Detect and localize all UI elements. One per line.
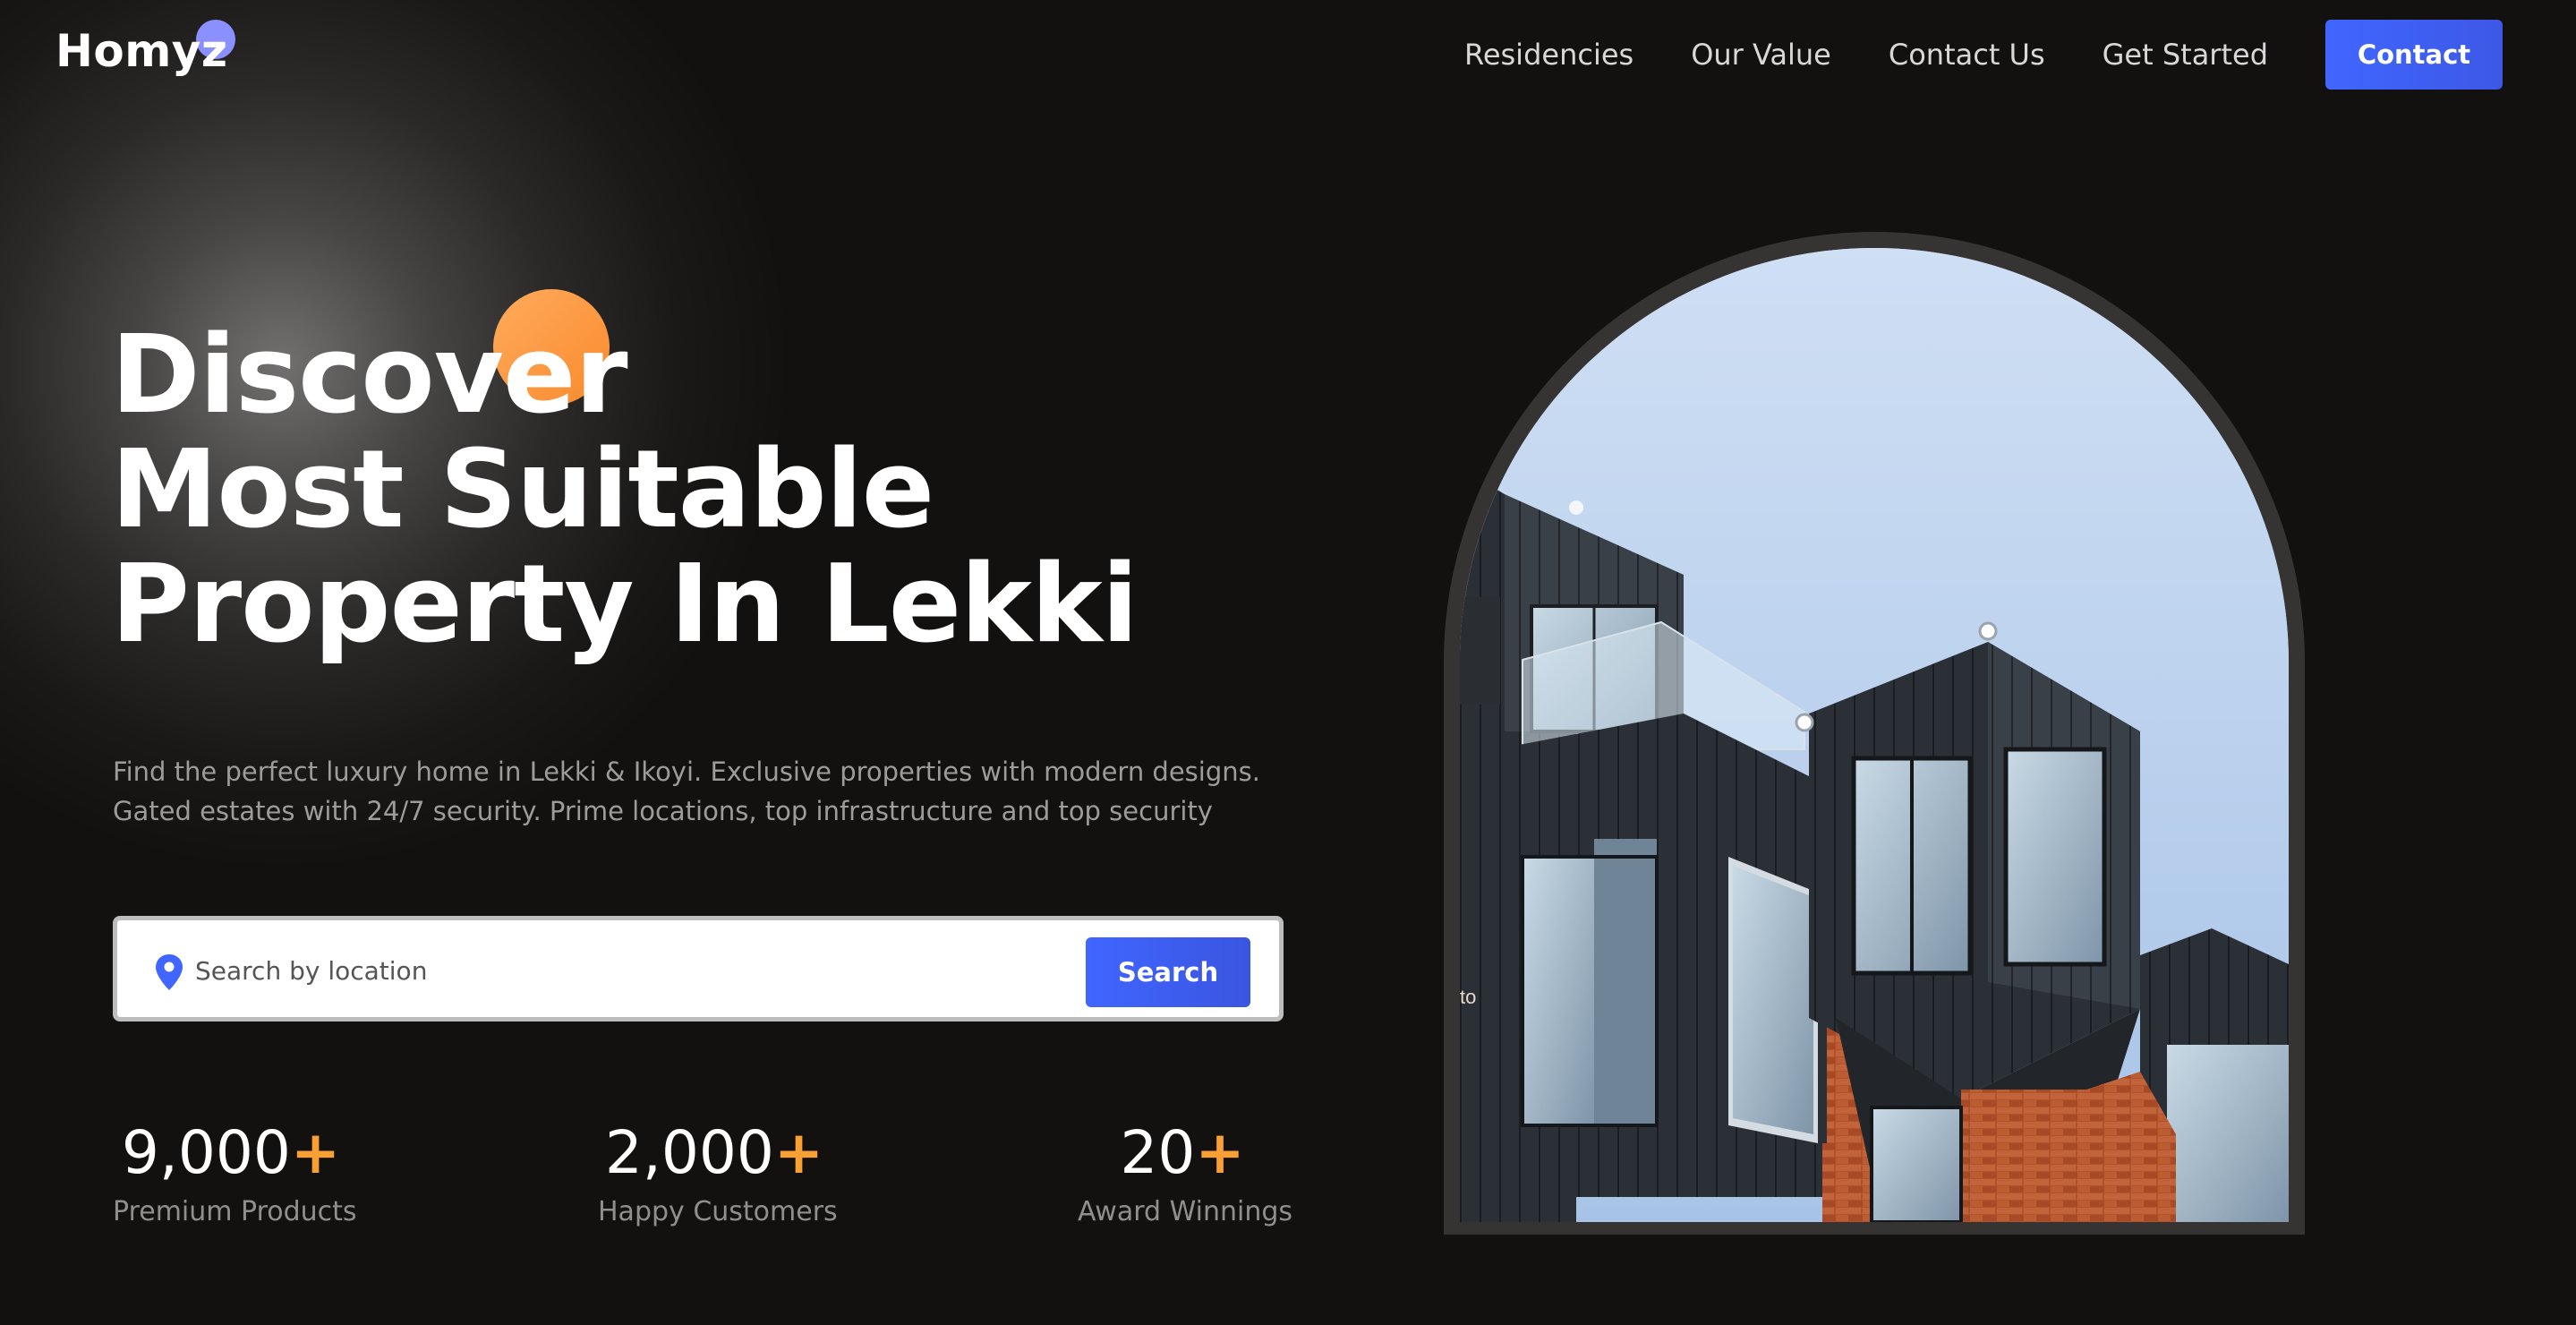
search-button[interactable]: Search — [1086, 937, 1250, 1007]
stat-value: 2,000+ — [598, 1110, 831, 1196]
stat-number: 20 — [1120, 1118, 1196, 1187]
stat-number: 9,000 — [121, 1118, 291, 1187]
building-illustration: to — [1460, 248, 2289, 1222]
search-bar: Search — [113, 916, 1284, 1022]
stat-label: Happy Customers — [598, 1196, 838, 1227]
stat-premium-products: 9,000+ Premium Products — [113, 1110, 357, 1227]
landing-page: Homyz Residencies Our Value Contact Us G… — [0, 0, 2576, 1325]
hero-description-line-1: Find the perfect luxury home in Lekki & … — [113, 757, 1260, 787]
top-nav: Residencies Our Value Contact Us Get Sta… — [1464, 20, 2503, 90]
hero-title-line-1: Discover — [111, 313, 628, 438]
hero-title-line-2: Most Suitable — [111, 428, 934, 552]
logo[interactable]: Homyz — [55, 25, 228, 77]
hero-title: Discover Most Suitable Property In Lekki — [111, 313, 1139, 667]
hero-description-line-2: Gated estates with 24/7 security. Prime … — [113, 796, 1213, 826]
stat-award-winnings: 20+ Award Winnings — [1078, 1110, 1292, 1227]
contact-button[interactable]: Contact — [2325, 20, 2503, 90]
location-pin-icon — [156, 954, 183, 990]
nav-contact-us[interactable]: Contact Us — [1889, 38, 2045, 72]
stat-plus: + — [290, 1118, 341, 1187]
hero-description: Find the perfect luxury home in Lekki & … — [113, 752, 1260, 831]
hero-title-line-3: Property In Lekki — [111, 543, 1139, 667]
stat-happy-customers: 2,000+ Happy Customers — [598, 1110, 838, 1227]
nav-our-value[interactable]: Our Value — [1691, 38, 1831, 72]
stat-value: 20+ — [1078, 1110, 1287, 1196]
search-input[interactable] — [193, 938, 1110, 1003]
nav-residencies[interactable]: Residencies — [1464, 38, 1633, 72]
stat-label: Premium Products — [113, 1196, 357, 1227]
image-overlay-text: to — [1460, 986, 1476, 1008]
stat-number: 2,000 — [604, 1118, 774, 1187]
stat-value: 9,000+ — [113, 1110, 349, 1196]
hero-image-frame: to — [1444, 232, 2305, 1235]
stat-label: Award Winnings — [1078, 1196, 1292, 1227]
stat-plus: + — [773, 1118, 824, 1187]
stat-plus: + — [1195, 1118, 1245, 1187]
hero-image: to — [1460, 248, 2289, 1222]
nav-get-started[interactable]: Get Started — [2103, 38, 2268, 72]
